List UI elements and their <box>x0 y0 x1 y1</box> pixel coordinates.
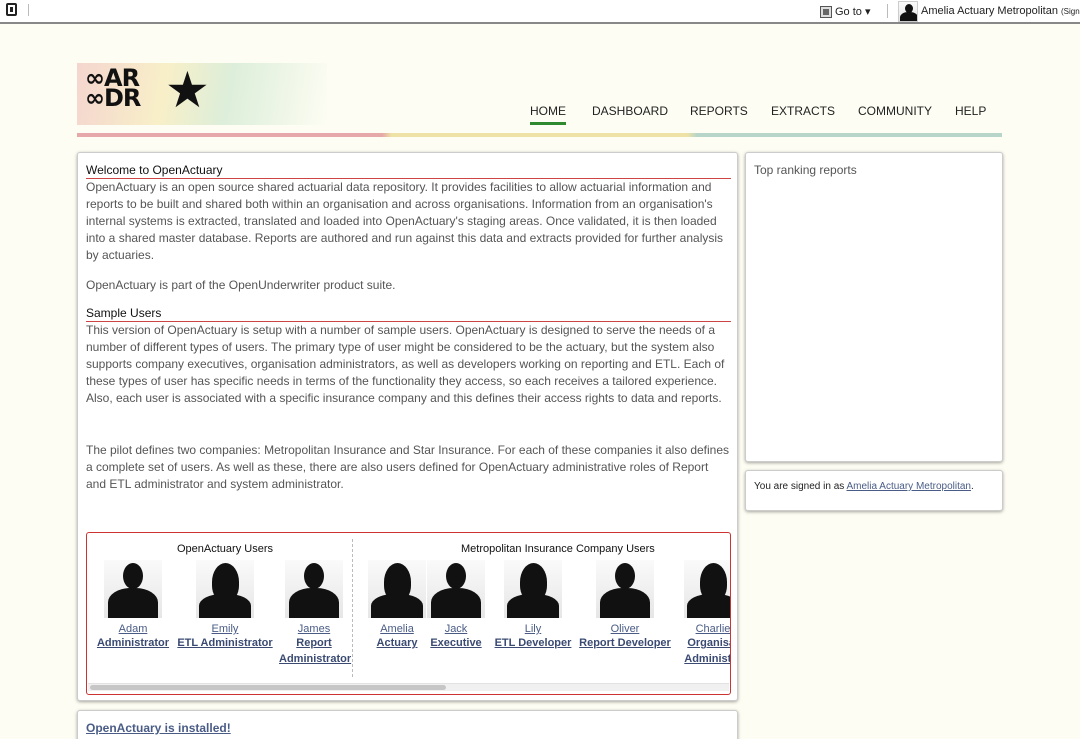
group-divider <box>352 539 353 677</box>
user-silhouette-icon[interactable] <box>104 560 162 618</box>
user-silhouette-icon[interactable] <box>196 560 254 618</box>
user-name-link[interactable]: Amelia <box>365 623 429 635</box>
user-role-link[interactable]: Executive <box>425 635 487 651</box>
user-role-link[interactable]: Administrator <box>95 635 171 651</box>
user-role-link[interactable]: ETL Administrator <box>175 635 275 651</box>
user-role-link[interactable]: Report <box>279 635 349 651</box>
horizontal-scrollbar[interactable] <box>88 683 729 691</box>
nav-home[interactable]: HOME <box>530 104 566 125</box>
ranking-panel: Top ranking reports <box>745 152 1003 462</box>
top-bar-divider <box>887 4 888 18</box>
nav-dashboard[interactable]: DASHBOARD <box>592 104 668 118</box>
user-card[interactable]: Lily ETL Developer <box>493 560 573 651</box>
user-avatar[interactable] <box>898 1 918 22</box>
user-silhouette-icon[interactable] <box>504 560 562 618</box>
user-silhouette-icon[interactable] <box>596 560 654 618</box>
user-name-link[interactable]: Jack <box>425 623 487 635</box>
user-card[interactable]: Amelia Actuary <box>365 560 429 651</box>
nav-community[interactable]: COMMUNITY <box>858 104 932 118</box>
sample-users-text: This version of OpenActuary is setup wit… <box>86 323 725 405</box>
signed-in-user-link[interactable]: Amelia Actuary Metropolitan <box>846 481 971 492</box>
goto-icon <box>820 5 832 18</box>
goto-menu[interactable]: Go to ▾ <box>820 5 870 18</box>
user-role-link[interactable]: Administrator <box>279 651 351 667</box>
suite-text: OpenActuary is part of the OpenUnderwrit… <box>86 278 396 292</box>
nav-help[interactable]: HELP <box>955 104 986 118</box>
user-role-link[interactable]: Actuary <box>365 635 429 651</box>
user-name-link[interactable]: Adam <box>95 623 171 635</box>
user-name-link[interactable]: Lily <box>493 623 573 635</box>
star-icon: ★ <box>165 62 210 118</box>
openactuary-users-title: OpenActuary Users <box>177 543 273 555</box>
installed-link[interactable]: OpenActuary is installed! <box>86 721 231 735</box>
user-silhouette-icon[interactable] <box>368 560 426 618</box>
signed-in-suffix: . <box>971 481 974 492</box>
nav-reports[interactable]: REPORTS <box>690 104 748 118</box>
top-bar-divider <box>28 4 29 16</box>
welcome-content: Welcome to OpenActuary OpenActuary is an… <box>86 163 731 493</box>
user-card[interactable]: CharlieOrganisatAdministra <box>673 560 730 667</box>
logo-text: ∞AR ∞DR <box>85 64 141 112</box>
user-role-link[interactable]: Report Developer <box>578 635 672 651</box>
installed-panel: OpenActuary is installed! <box>77 710 738 739</box>
user-name-link[interactable]: Emily <box>175 623 275 635</box>
sample-users-heading: Sample Users <box>86 306 731 322</box>
user-name[interactable]: Amelia Actuary Metropolitan <box>921 5 1058 17</box>
signed-in-text: You are signed in as Amelia Actuary Metr… <box>754 481 974 492</box>
logo[interactable]: ∞AR ∞DR ★ <box>77 63 327 125</box>
user-card[interactable]: James Report Administrator <box>279 560 351 667</box>
user-card[interactable]: Oliver Report Developer <box>578 560 672 651</box>
metropolitan-users-title: Metropolitan Insurance Company Users <box>461 543 655 555</box>
user-card[interactable]: Emily ETL Administrator <box>175 560 275 651</box>
user-role-link[interactable]: ETL Developer <box>493 635 573 651</box>
scrollbar-thumb[interactable] <box>90 685 446 690</box>
signed-in-panel: You are signed in as Amelia Actuary Metr… <box>745 470 1003 511</box>
top-bar: Go to ▾ Amelia Actuary Metropolitan (Sig… <box>0 0 1080 24</box>
user-card[interactable]: Adam Administrator <box>95 560 171 651</box>
goto-label: Go to ▾ <box>835 6 871 18</box>
user-role-link[interactable]: Administra <box>673 651 730 667</box>
user-card[interactable]: Jack Executive <box>425 560 487 651</box>
user-name-link[interactable]: Charlie <box>673 623 730 635</box>
welcome-heading: Welcome to OpenActuary <box>86 163 731 179</box>
user-menu[interactable]: Amelia Actuary Metropolitan (Sign Out) <box>921 5 1080 17</box>
pilot-text: The pilot defines two companies: Metropo… <box>86 443 730 491</box>
user-name-link[interactable]: Oliver <box>578 623 672 635</box>
user-silhouette-icon[interactable] <box>427 560 485 618</box>
user-name-link[interactable]: James <box>279 623 349 635</box>
liferay-icon[interactable] <box>6 3 17 16</box>
nav-extracts[interactable]: EXTRACTS <box>771 104 835 118</box>
user-silhouette-icon[interactable] <box>684 560 730 618</box>
user-silhouette-icon[interactable] <box>285 560 343 618</box>
ranking-title: Top ranking reports <box>754 163 857 177</box>
sign-out-link[interactable]: (Sign Out) <box>1061 7 1080 16</box>
welcome-panel: Welcome to OpenActuary OpenActuary is an… <box>77 152 738 701</box>
welcome-text: OpenActuary is an open source shared act… <box>86 180 724 262</box>
header-stripe <box>77 133 1002 137</box>
signed-in-prefix: You are signed in as <box>754 481 847 492</box>
user-role-link[interactable]: Organisat <box>673 635 730 651</box>
sample-users-carousel: OpenActuary Users Metropolitan Insurance… <box>86 532 731 695</box>
